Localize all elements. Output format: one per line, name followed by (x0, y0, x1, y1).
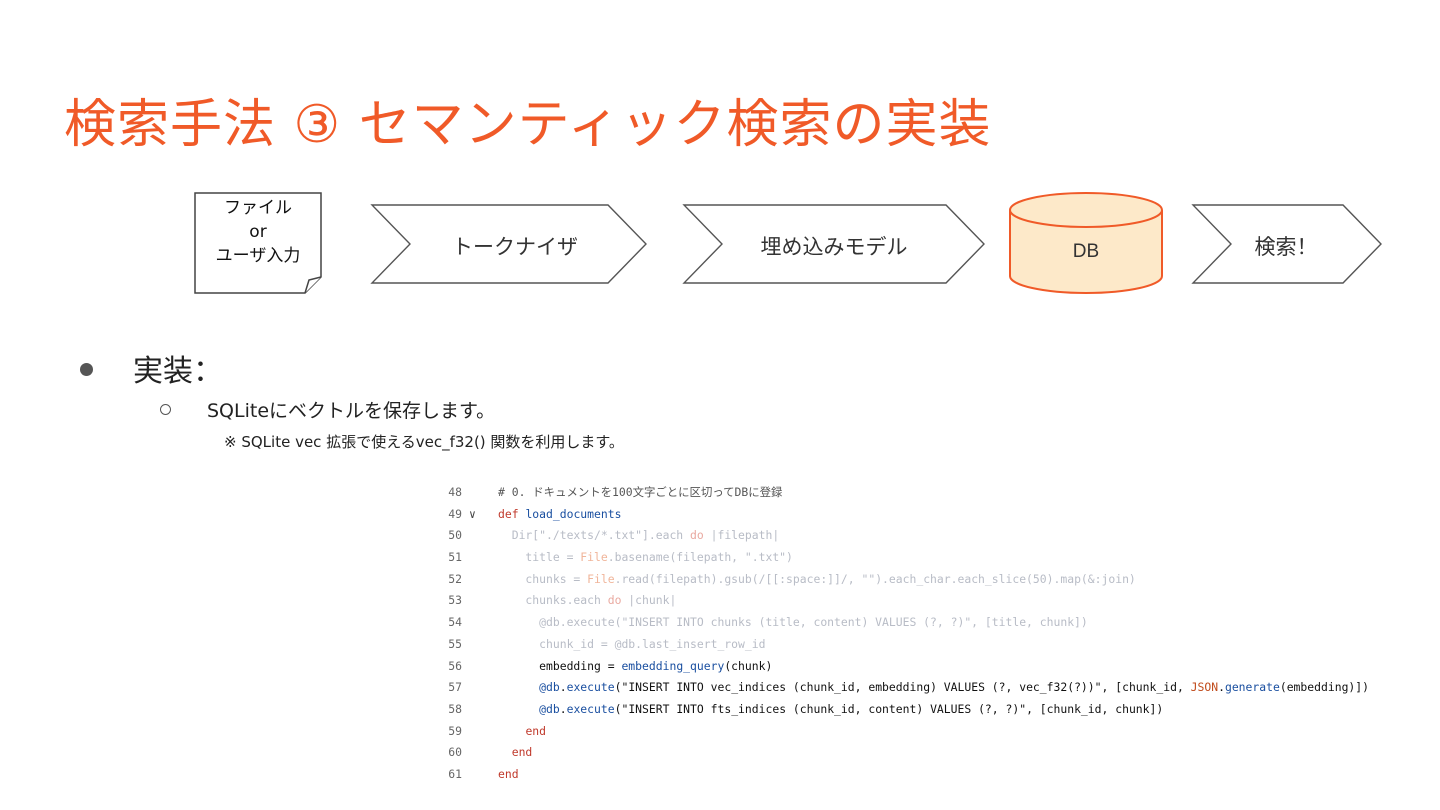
code-text: chunk_id = @db.last_insert_row_id (498, 636, 766, 651)
fold-chevron-icon[interactable]: ∨ (469, 504, 476, 526)
step-search: 検索！ (1254, 236, 1318, 259)
bullet-implementation: 実装： (80, 346, 223, 390)
line-number: 56 (448, 658, 462, 673)
line-number: 48 (448, 485, 462, 499)
line-number: 55 (448, 636, 462, 651)
code-text: chunks.each do |chunk| (498, 593, 677, 608)
bullet-sqlite: SQLiteにベクトルを保存します。 (160, 396, 495, 423)
line-number: 61 (448, 766, 462, 781)
code-text: # 0. ドキュメントを100文字ごとに区切ってDBに登録 (498, 485, 783, 499)
bullet-dot (80, 363, 93, 376)
line-number: 58 (448, 701, 462, 716)
doc-line-1: ファイル (224, 198, 292, 218)
line-number: 50 (448, 528, 462, 543)
code-text: end (525, 723, 547, 738)
line-number: 52 (448, 571, 462, 586)
pipeline-diagram: ファイル or ユーザ入力 トークナイザ 埋め込みモデル DB 検索！ (0, 0, 1440, 320)
line-number: 57 (448, 680, 462, 695)
bullet-sqlite-text: SQLiteにベクトルを保存します。 (207, 400, 496, 422)
code-text: Dir["./texts/*.txt"].each do |filepath| (498, 528, 780, 543)
line-number: 60 (448, 745, 462, 760)
code-text: title = File.basename(filepath, ".txt") (498, 550, 793, 565)
pipeline-shapes (194, 192, 1382, 294)
code-text: end (511, 745, 533, 760)
vec-extension-note: ※ SQLite vec 拡張で使えるvec_f32() 関数を利用します。 (224, 433, 624, 451)
bullet-implementation-text: 実装： (133, 354, 223, 389)
document-label: ファイル or ユーザ入力 (196, 196, 320, 268)
step-db: DB (1072, 241, 1100, 262)
line-number: 51 (448, 550, 462, 565)
line-number: 54 (448, 615, 462, 630)
db-cylinder-top (1009, 192, 1163, 228)
step-embedding-model: 埋め込みモデル (760, 236, 908, 259)
doc-line-2: or (249, 222, 267, 242)
code-text: def load_documents (498, 506, 622, 521)
line-number: 49 (448, 506, 462, 521)
code-text: @db.execute("INSERT INTO fts_indices (ch… (539, 701, 1164, 716)
code-text: @db.execute("INSERT INTO chunks (title, … (498, 615, 1088, 630)
code-text: embedding = embedding_query(chunk) (498, 658, 773, 673)
code-text: end (498, 766, 519, 781)
step-tokenizer: トークナイザ (452, 236, 578, 259)
line-number: 53 (448, 593, 462, 608)
code-text: chunks = File.read(filepath).gsub(/[[:sp… (498, 571, 1136, 586)
line-number: 59 (448, 723, 462, 738)
bullet-ring (160, 404, 171, 415)
code-text: @db.execute("INSERT INTO vec_indices (ch… (539, 680, 1369, 695)
doc-line-3: ユーザ入力 (215, 246, 301, 266)
